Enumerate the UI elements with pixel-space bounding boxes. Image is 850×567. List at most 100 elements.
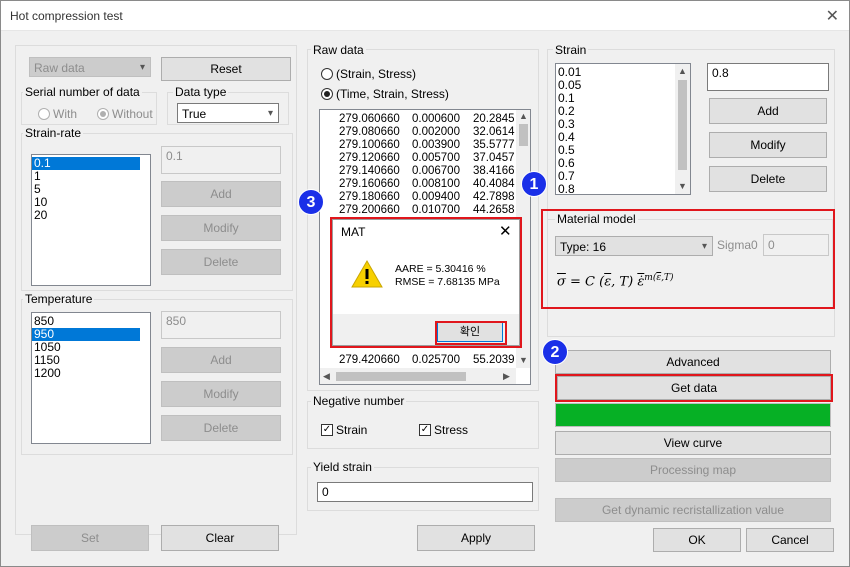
strain-rate-input[interactable]: 0.1 — [161, 146, 281, 174]
data-type-value: True — [182, 107, 207, 121]
temperature-add-button[interactable]: Add — [161, 347, 281, 373]
cell-time: 279.160660 — [339, 178, 400, 190]
strain-delete-button[interactable]: Delete — [709, 166, 827, 192]
serial-number-label: Serial number of data — [23, 85, 142, 99]
cell-stress: 38.4166 — [473, 165, 515, 177]
progress-bar — [555, 403, 831, 427]
scroll-thumb[interactable] — [678, 80, 687, 170]
cell-stress: 37.0457 — [473, 152, 515, 164]
list-item[interactable]: 0.4 — [556, 131, 690, 144]
scroll-up-icon[interactable]: ▲ — [519, 111, 528, 121]
strain-stress-label: (Strain, Stress) — [336, 67, 417, 81]
clear-button[interactable]: Clear — [161, 525, 279, 551]
strain-checkbox[interactable]: ✓ Strain — [321, 423, 367, 437]
strain-add-button[interactable]: Add — [709, 98, 827, 124]
list-item[interactable]: 0.1 — [32, 157, 140, 170]
title-bar: Hot compression test ✕ — [1, 1, 849, 31]
cell-time: 279.060660 — [339, 113, 400, 125]
cancel-button[interactable]: Cancel — [746, 528, 834, 552]
time-strain-stress-label: (Time, Strain, Stress) — [336, 87, 449, 101]
strain-input[interactable]: 0.8 — [707, 63, 829, 91]
raw-data-label: Raw data — [311, 43, 366, 57]
scroll-down-icon[interactable]: ▼ — [678, 181, 687, 191]
serial-with-radio[interactable]: With — [38, 107, 77, 121]
list-item[interactable]: 20 — [32, 209, 150, 222]
cell-stress: 44.2658 — [473, 204, 515, 216]
cell-time: 279.080660 — [339, 126, 400, 138]
data-type-select[interactable]: True ▾ — [177, 103, 279, 123]
ok-button[interactable]: OK — [653, 528, 741, 552]
chevron-down-icon: ▾ — [139, 62, 145, 73]
vertical-scrollbar[interactable]: ▲ ▼ — [675, 64, 690, 194]
cell-strain: 0.025700 — [412, 354, 460, 366]
temperature-input[interactable]: 850 — [161, 311, 281, 339]
scroll-left-icon[interactable]: ◀ — [323, 371, 330, 382]
strain-rate-add-button[interactable]: Add — [161, 181, 281, 207]
scroll-right-icon[interactable]: ▶ — [503, 371, 510, 382]
strain-rate-list[interactable]: 0.1 1 5 10 20 — [31, 154, 151, 286]
list-item[interactable]: 0.2 — [556, 105, 690, 118]
dynamic-recrystallization-button[interactable]: Get dynamic recristallization value — [555, 498, 831, 522]
apply-button[interactable]: Apply — [417, 525, 535, 551]
advanced-button[interactable]: Advanced — [555, 350, 831, 374]
list-item[interactable]: 0.6 — [556, 157, 690, 170]
cell-time: 279.200660 — [339, 204, 400, 216]
cell-time: 279.100660 — [339, 139, 400, 151]
temperature-modify-button[interactable]: Modify — [161, 381, 281, 407]
strain-modify-button[interactable]: Modify — [709, 132, 827, 158]
checkmark-icon: ✓ — [321, 424, 333, 436]
scroll-thumb[interactable] — [519, 124, 528, 146]
cell-strain: 0.010700 — [412, 204, 460, 216]
set-button[interactable]: Set — [31, 525, 149, 551]
yield-strain-label: Yield strain — [311, 460, 374, 474]
strain-stress-radio[interactable]: (Strain, Stress) — [321, 67, 416, 81]
list-item[interactable]: 0.05 — [556, 79, 690, 92]
data-source-select[interactable]: Raw data ▾ — [29, 57, 151, 77]
list-item[interactable]: 10 — [32, 196, 150, 209]
close-icon[interactable]: ✕ — [826, 6, 839, 26]
list-item[interactable]: 0.7 — [556, 170, 690, 183]
cell-strain: 0.006700 — [412, 165, 460, 177]
cell-time: 279.180660 — [339, 191, 400, 203]
main-window: Hot compression test ✕ Raw data ▾ Reset … — [0, 0, 850, 567]
strain-checkbox-label: Strain — [336, 423, 368, 437]
list-item[interactable]: 5 — [32, 183, 150, 196]
strain-list[interactable]: 0.01 0.05 0.1 0.2 0.3 0.4 0.5 0.6 0.7 0.… — [555, 63, 691, 195]
cell-strain: 0.008100 — [412, 178, 460, 190]
serial-without-label: Without — [112, 107, 153, 121]
list-item[interactable]: 0.5 — [556, 144, 690, 157]
list-item[interactable]: 1200 — [32, 367, 150, 380]
cell-stress: 32.0614 — [473, 126, 515, 138]
negative-number-label: Negative number — [311, 394, 407, 408]
view-curve-button[interactable]: View curve — [555, 431, 831, 455]
temperature-list[interactable]: 850 950 1050 1150 1200 — [31, 312, 151, 444]
temperature-delete-button[interactable]: Delete — [161, 415, 281, 441]
list-item[interactable]: 0.1 — [556, 92, 690, 105]
scroll-thumb[interactable] — [336, 372, 466, 381]
stress-checkbox-label: Stress — [434, 423, 469, 437]
data-type-label: Data type — [173, 85, 229, 99]
highlight-get-data — [555, 374, 833, 402]
list-item[interactable]: 1 — [32, 170, 150, 183]
cell-stress: 20.2845 — [473, 113, 515, 125]
strain-rate-modify-button[interactable]: Modify — [161, 215, 281, 241]
strain-rate-delete-button[interactable]: Delete — [161, 249, 281, 275]
time-strain-stress-radio[interactable]: (Time, Strain, Stress) — [321, 87, 449, 101]
serial-without-radio[interactable]: Without — [97, 107, 153, 121]
radio-circle-icon — [38, 108, 50, 120]
temperature-label: Temperature — [23, 292, 95, 306]
yield-strain-input[interactable]: 0 — [317, 482, 533, 502]
horizontal-scrollbar[interactable]: ◀ ▶ — [320, 368, 516, 384]
stress-checkbox[interactable]: ✓ Stress — [419, 423, 468, 437]
serial-with-label: With — [53, 107, 77, 121]
highlight-material-model — [541, 209, 835, 309]
processing-map-button[interactable]: Processing map — [555, 458, 831, 482]
cell-time: 279.140660 — [339, 165, 400, 177]
reset-button[interactable]: Reset — [161, 57, 291, 81]
list-item[interactable]: 0.3 — [556, 118, 690, 131]
badge-1: 1 — [521, 171, 547, 197]
scroll-down-icon[interactable]: ▼ — [519, 355, 528, 365]
progress-fill — [556, 404, 830, 426]
list-item[interactable]: 0.8 — [556, 183, 690, 195]
scroll-up-icon[interactable]: ▲ — [678, 66, 687, 76]
